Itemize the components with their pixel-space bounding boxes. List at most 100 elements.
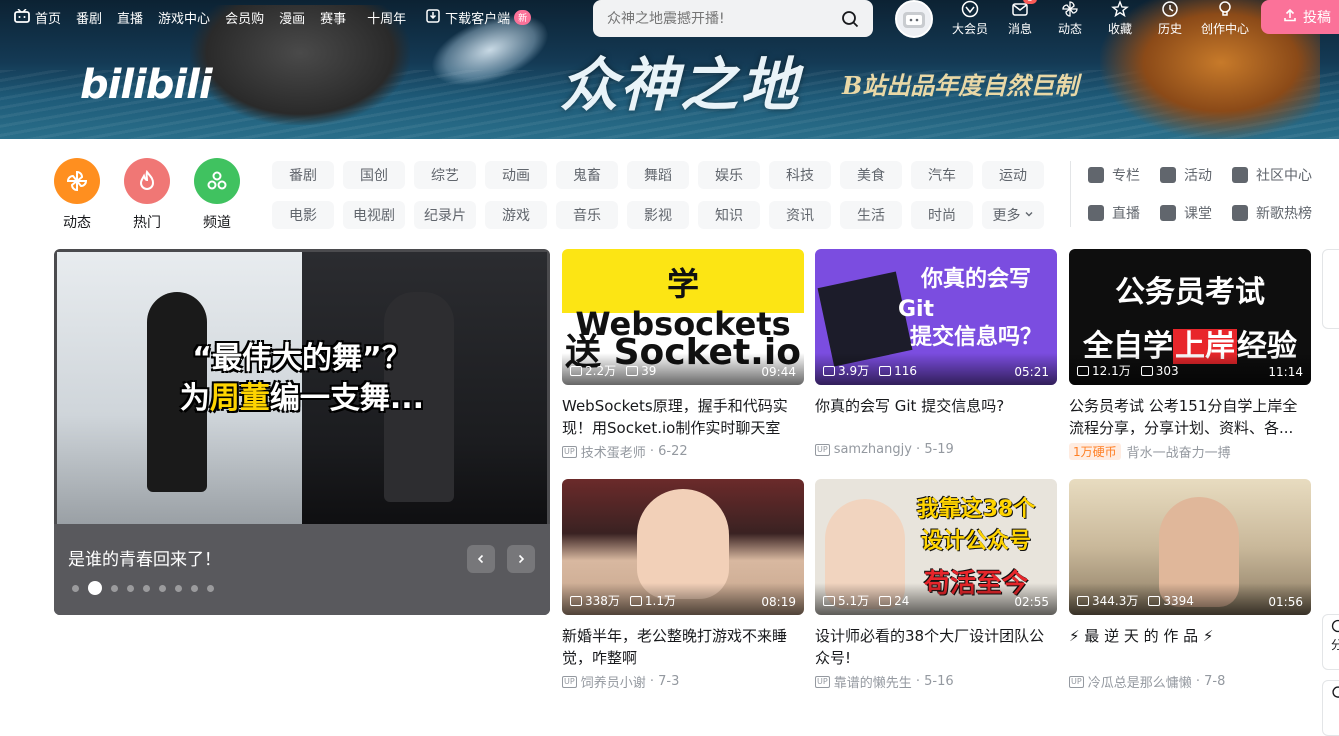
nav-live[interactable]: 直播: [117, 8, 143, 27]
video-meta[interactable]: UP冷瓜总是那么慵懒 · 7-8: [1069, 672, 1311, 691]
video-title[interactable]: 你真的会写 Git 提交信息吗?: [815, 395, 1057, 439]
carousel[interactable]: “最伟大的舞”？ 为周董编一支舞... 是谁的青春回来了！: [54, 249, 550, 615]
tag-fashion[interactable]: 时尚: [911, 201, 973, 229]
tag-entertainment[interactable]: 娱乐: [698, 161, 760, 189]
link-live[interactable]: 直播: [1088, 199, 1160, 227]
tag-documentary[interactable]: 纪录片: [414, 201, 476, 229]
nav-home-label: 首页: [35, 8, 61, 27]
nav-creator-center[interactable]: 创作中心: [1195, 0, 1255, 37]
video-card[interactable]: 338万 1.1万 08:19 新婚半年，老公整晚打游戏不来睡觉，咋整啊 UP饲…: [562, 479, 804, 691]
video-title[interactable]: 设计师必看的38个大厂设计团队公众号!: [815, 625, 1057, 669]
tag-dance[interactable]: 舞蹈: [627, 161, 689, 189]
nav-messages-label: 消息: [1008, 20, 1032, 37]
carousel-dot[interactable]: [72, 585, 79, 592]
bilibili-logo[interactable]: bilibili: [80, 62, 212, 108]
video-meta[interactable]: UP技术蛋老师 · 6-22: [562, 442, 804, 461]
edge-promo-card[interactable]: [1322, 249, 1339, 329]
video-card[interactable]: 我靠这38个 设计公众号 苟活至今 5.1万 24 02:55 设计师必看的38…: [815, 479, 1057, 691]
tag-sports[interactable]: 运动: [982, 161, 1044, 189]
carousel-next-button[interactable]: [507, 545, 535, 573]
nav-anniversary[interactable]: 十周年: [367, 8, 406, 27]
tag-game[interactable]: 游戏: [485, 201, 547, 229]
video-title[interactable]: 新婚半年，老公整晚打游戏不来睡觉，咋整啊: [562, 625, 804, 669]
link-activity[interactable]: 活动: [1160, 161, 1232, 189]
video-title[interactable]: ⚡ 最 逆 天 的 作 品 ⚡: [1069, 625, 1311, 669]
carousel-dot[interactable]: [207, 585, 214, 592]
refresh-button[interactable]: [1322, 680, 1339, 736]
tag-more[interactable]: 更多: [982, 201, 1044, 229]
carousel-dot[interactable]: [159, 585, 166, 592]
video-card[interactable]: 学 Websockets 送 Socket.io 2.2万 39 09:44 W…: [562, 249, 804, 461]
nav-history[interactable]: 历史: [1145, 0, 1195, 37]
carousel-dot[interactable]: [143, 585, 150, 592]
nav-game-center[interactable]: 游戏中心: [158, 8, 210, 27]
tag-tech[interactable]: 科技: [769, 161, 831, 189]
link-column[interactable]: 专栏: [1088, 161, 1160, 189]
nav-messages[interactable]: 8 消息: [995, 0, 1045, 37]
nav-download[interactable]: 下载客户端 新: [426, 8, 531, 27]
tag-guochuang[interactable]: 国创: [343, 161, 405, 189]
nav-match[interactable]: 赛事: [320, 8, 346, 27]
article-icon: [1088, 167, 1104, 183]
avatar[interactable]: [895, 0, 933, 38]
video-title[interactable]: 公务员考试 公考151分自学上岸全流程分享，分享计划、资料、各...: [1069, 395, 1311, 439]
tag-music[interactable]: 音乐: [556, 201, 618, 229]
nav-mall[interactable]: 会员购: [225, 8, 264, 27]
nav-manga[interactable]: 漫画: [279, 8, 305, 27]
carousel-prev-button[interactable]: [467, 545, 495, 573]
nav-vip-label: 大会员: [952, 20, 988, 37]
tag-knowledge[interactable]: 知识: [698, 201, 760, 229]
video-meta[interactable]: 1万硬币背水一战奋力一搏: [1069, 442, 1311, 461]
link-classroom[interactable]: 课堂: [1160, 199, 1232, 227]
video-thumbnail[interactable]: 公务员考试 全自学上岸经验 12.1万 303 11:14: [1069, 249, 1311, 385]
upload-button[interactable]: 投稿: [1261, 0, 1339, 34]
video-thumbnail[interactable]: 我靠这38个 设计公众号 苟活至今 5.1万 24 02:55: [815, 479, 1057, 615]
video-card[interactable]: 公务员考试 全自学上岸经验 12.1万 303 11:14 公务员考试 公考15…: [1069, 249, 1311, 461]
carousel-dot[interactable]: [127, 585, 134, 592]
video-title[interactable]: WebSockets原理，握手和代码实现！用Socket.io制作实时聊天室: [562, 395, 804, 439]
video-meta[interactable]: UP饲养员小谢 · 7-3: [562, 672, 804, 691]
tag-car[interactable]: 汽车: [911, 161, 973, 189]
video-thumbnail[interactable]: 学 Websockets 送 Socket.io 2.2万 39 09:44: [562, 249, 804, 385]
tag-tv[interactable]: 电视剧: [343, 201, 405, 229]
nav-home[interactable]: 首页: [14, 8, 61, 27]
share-button[interactable]: 分: [1322, 614, 1339, 670]
search-icon[interactable]: [841, 10, 859, 28]
tag-variety[interactable]: 综艺: [414, 161, 476, 189]
video-card[interactable]: 344.3万 3394 01:56 ⚡ 最 逆 天 的 作 品 ⚡ UP冷瓜总是…: [1069, 479, 1311, 691]
link-new-songs[interactable]: 新歌热榜: [1232, 199, 1332, 227]
channel-dynamic[interactable]: 动态: [53, 158, 101, 232]
video-thumbnail[interactable]: 344.3万 3394 01:56: [1069, 479, 1311, 615]
nav-favorites[interactable]: 收藏: [1095, 0, 1145, 37]
tag-guichu[interactable]: 鬼畜: [556, 161, 618, 189]
video-meta[interactable]: UPsamzhangjy · 5-19: [815, 442, 1057, 457]
carousel-dot[interactable]: [88, 581, 102, 595]
video-thumbnail[interactable]: 你真的会写 Git 提交信息吗？ 3.9万 116 05:21: [815, 249, 1057, 385]
tag-bangumi[interactable]: 番剧: [272, 161, 334, 189]
tag-movie[interactable]: 电影: [272, 201, 334, 229]
video-date: 6-22: [658, 444, 688, 459]
video-card[interactable]: 你真的会写 Git 提交信息吗？ 3.9万 116 05:21 你真的会写 Gi…: [815, 249, 1057, 457]
video-meta[interactable]: UP靠谱的懒先生 · 5-16: [815, 672, 1057, 691]
vip-icon: [961, 0, 979, 20]
carousel-title[interactable]: 是谁的青春回来了！: [68, 545, 221, 570]
channel-channels[interactable]: 频道: [193, 158, 241, 232]
nav-vip[interactable]: 大会员: [945, 0, 995, 37]
link-new-songs-label: 新歌热榜: [1256, 203, 1312, 223]
carousel-dot[interactable]: [175, 585, 182, 592]
tag-animation[interactable]: 动画: [485, 161, 547, 189]
tag-news[interactable]: 资讯: [769, 201, 831, 229]
tag-film[interactable]: 影视: [627, 201, 689, 229]
carousel-dot[interactable]: [191, 585, 198, 592]
link-community[interactable]: 社区中心: [1232, 161, 1332, 189]
video-author: 靠谱的懒先生: [834, 672, 912, 691]
channel-hot[interactable]: 热门: [123, 158, 171, 232]
search-input[interactable]: [607, 11, 827, 27]
tag-life[interactable]: 生活: [840, 201, 902, 229]
video-thumbnail[interactable]: 338万 1.1万 08:19: [562, 479, 804, 615]
carousel-dot[interactable]: [111, 585, 118, 592]
nav-dynamic[interactable]: 动态: [1045, 0, 1095, 37]
tag-food[interactable]: 美食: [840, 161, 902, 189]
nav-bangumi[interactable]: 番剧: [76, 8, 102, 27]
search-bar[interactable]: [593, 0, 873, 37]
